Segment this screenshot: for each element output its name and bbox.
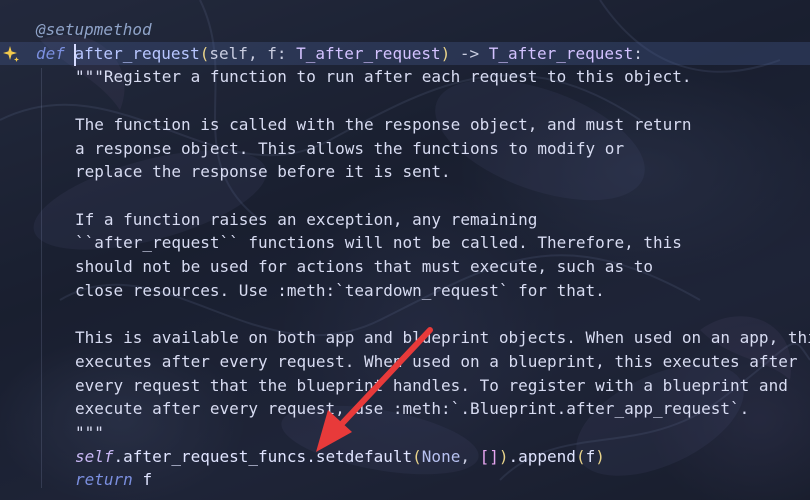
red-arrow-icon — [316, 327, 433, 452]
